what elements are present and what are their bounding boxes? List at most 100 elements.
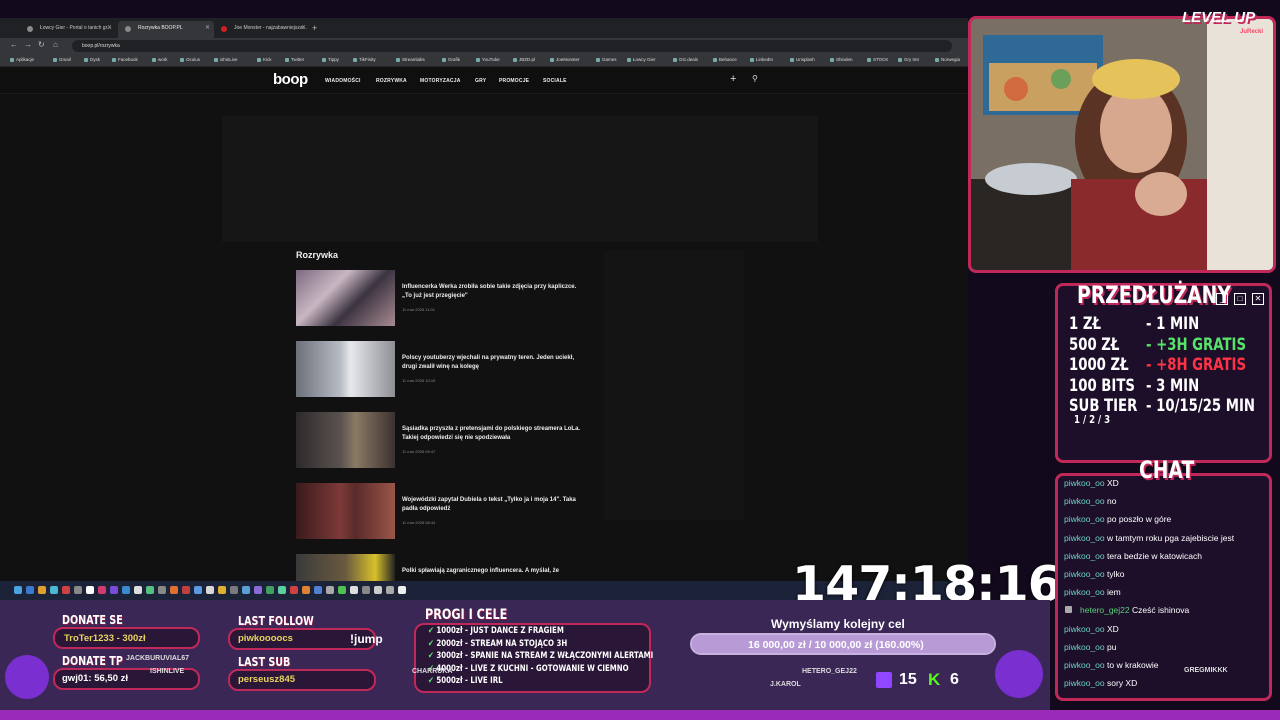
article-item[interactable]: Polscy youtuberzy wjechali na prywatny t… — [296, 341, 596, 397]
bookmark-item[interactable]: JBZD.pl — [513, 57, 535, 62]
taskbar-app-icon[interactable] — [110, 586, 118, 594]
taskbar-app-icon[interactable] — [326, 586, 334, 594]
article-title[interactable]: Polscy youtuberzy wjechali na prywatny t… — [402, 354, 587, 371]
close-tab-icon[interactable]: ✕ — [107, 24, 112, 31]
taskbar-app-icon[interactable] — [386, 586, 394, 594]
nav-motoryzacja[interactable]: MOTORYZACJA — [420, 78, 461, 84]
taskbar-app-icon[interactable] — [194, 586, 202, 594]
taskbar-app-icon[interactable] — [278, 586, 286, 594]
taskbar-app-icon[interactable] — [62, 586, 70, 594]
article-thumbnail[interactable] — [296, 483, 395, 539]
article-item[interactable]: Influencerka Werka zrobiła sobie takie z… — [296, 270, 596, 326]
taskbar-app-icon[interactable] — [266, 586, 274, 594]
bookmark-item[interactable]: work — [152, 57, 168, 62]
bookmark-item[interactable]: Norwegia — [935, 57, 960, 62]
donate-se-value: TroTer1233 - 300zł — [64, 633, 146, 644]
bookmark-item[interactable]: Shinden — [830, 57, 853, 62]
article-title[interactable]: Influencerka Werka zrobiła sobie takie z… — [402, 283, 587, 300]
bookmark-item[interactable]: GG.deals — [673, 57, 698, 62]
taskbar-app-icon[interactable] — [218, 586, 226, 594]
taskbar-app-icon[interactable] — [254, 586, 262, 594]
taskbar-app-icon[interactable] — [74, 586, 82, 594]
article-thumbnail[interactable] — [296, 412, 395, 468]
search-icon[interactable]: ⚲ — [752, 74, 758, 83]
taskbar-app-icon[interactable] — [86, 586, 94, 594]
bookmark-item[interactable]: Twitter — [285, 57, 304, 62]
bookmark-item[interactable]: Behance — [713, 57, 737, 62]
section-title: Rozrywka — [296, 250, 339, 260]
taskbar-app-icon[interactable] — [398, 586, 406, 594]
bookmark-item[interactable]: Grafik — [442, 57, 460, 62]
taskbar-app-icon[interactable] — [170, 586, 178, 594]
bookmark-item[interactable]: Aplikacje — [10, 57, 34, 62]
forward-icon[interactable]: → — [24, 40, 32, 49]
bookmark-item[interactable]: STOCK — [867, 57, 888, 62]
tree-decoration — [5, 655, 49, 699]
taskbar-app-icon[interactable] — [26, 586, 34, 594]
home-icon[interactable]: ⌂ — [53, 40, 58, 49]
nav-rozrywka[interactable]: ROZRYWKA — [376, 78, 407, 84]
taskbar-app-icon[interactable] — [314, 586, 322, 594]
article-thumbnail[interactable] — [296, 341, 395, 397]
tab-joe-monster[interactable]: Joe Monster - najzabawniejsza... ✕ — [214, 21, 310, 38]
url-input[interactable]: boop.pl/rozrywka — [72, 40, 952, 52]
article-item[interactable]: Wojewódzki zapytał Dubiela o tekst „Tylk… — [296, 483, 596, 539]
article-title[interactable]: Polki spławiają zagranicznego influencer… — [402, 567, 587, 576]
bookmark-item[interactable]: Gry tmt — [898, 57, 919, 62]
article-item[interactable]: Sąsiadka przyszła z pretensjami do polsk… — [296, 412, 596, 468]
nav-gry[interactable]: GRY — [475, 78, 486, 84]
tab-boop[interactable]: Rozrywka BOOP.PL ✕ — [118, 21, 214, 38]
taskbar-app-icon[interactable] — [350, 586, 358, 594]
taskbar-app-icon[interactable] — [14, 586, 22, 594]
nav-wiadomosci[interactable]: WIADOMOŚCI — [325, 78, 361, 84]
bookmark-item[interactable]: TikFinity — [353, 57, 376, 62]
taskbar-app-icon[interactable] — [374, 586, 382, 594]
reload-icon[interactable]: ↻ — [38, 40, 45, 49]
taskbar-app-icon[interactable] — [122, 586, 130, 594]
taskbar-app-icon[interactable] — [182, 586, 190, 594]
new-tab-icon[interactable]: + — [312, 23, 317, 33]
bookmark-item[interactable]: Games — [596, 57, 617, 62]
bookmark-item[interactable]: LinkedIn — [750, 57, 773, 62]
tab-lowcy-gier[interactable]: Łowcy Gier - Portal o tanich gr... ✕ — [20, 21, 116, 38]
nav-promocje[interactable]: PROMOCJE — [499, 78, 529, 84]
article-title[interactable]: Sąsiadka przyszła z pretensjami do polsk… — [402, 425, 587, 442]
chat-message: piwkoo_oo tylko — [1064, 569, 1125, 579]
taskbar-app-icon[interactable] — [302, 586, 310, 594]
bookmark-item[interactable]: Streamlabs — [396, 57, 425, 62]
bookmark-item[interactable]: Oculus — [180, 57, 200, 62]
article-title[interactable]: Wojewódzki zapytał Dubiela o tekst „Tylk… — [402, 496, 587, 513]
bookmark-item[interactable]: YouTube — [476, 57, 500, 62]
close-tab-icon[interactable]: ✕ — [205, 24, 210, 31]
taskbar-app-icon[interactable] — [206, 586, 214, 594]
bottom-border — [0, 710, 1280, 720]
taskbar-app-icon[interactable] — [50, 586, 58, 594]
nav-sociale[interactable]: SOCIALE — [543, 78, 567, 84]
taskbar-app-icon[interactable] — [230, 586, 238, 594]
bookmark-item[interactable]: Facebook — [112, 57, 138, 62]
taskbar-app-icon[interactable] — [338, 586, 346, 594]
bookmark-item[interactable]: Kick — [257, 57, 272, 62]
taskbar-app-icon[interactable] — [134, 586, 142, 594]
plus-icon[interactable]: + — [730, 73, 736, 85]
bookmark-item[interactable]: JoeMonster — [550, 57, 580, 62]
taskbar-app-icon[interactable] — [242, 586, 250, 594]
bookmark-item[interactable]: Dysk — [84, 57, 100, 62]
taskbar-app-icon[interactable] — [38, 586, 46, 594]
article-thumbnail[interactable] — [296, 270, 395, 326]
bookmark-item[interactable]: ishinLive — [214, 57, 238, 62]
taskbar-app-icon[interactable] — [290, 586, 298, 594]
site-logo[interactable]: boop — [273, 71, 308, 88]
bookmark-item[interactable]: Unsplash — [790, 57, 815, 62]
taskbar-app-icon[interactable] — [158, 586, 166, 594]
chat-message: piwkoo_oo tera bedzie w katowicach — [1064, 551, 1202, 561]
back-icon[interactable]: ← — [10, 40, 18, 49]
taskbar-app-icon[interactable] — [98, 586, 106, 594]
donate-tp-value: gwj01: 56,50 zł — [62, 673, 129, 684]
taskbar-app-icon[interactable] — [362, 586, 370, 594]
bookmark-item[interactable]: Łowcy Gier — [627, 57, 656, 62]
bookmark-item[interactable]: Tippy — [322, 57, 339, 62]
close-tab-icon[interactable]: ✕ — [301, 24, 306, 31]
taskbar-app-icon[interactable] — [146, 586, 154, 594]
bookmark-item[interactable]: Gmail — [53, 57, 71, 62]
